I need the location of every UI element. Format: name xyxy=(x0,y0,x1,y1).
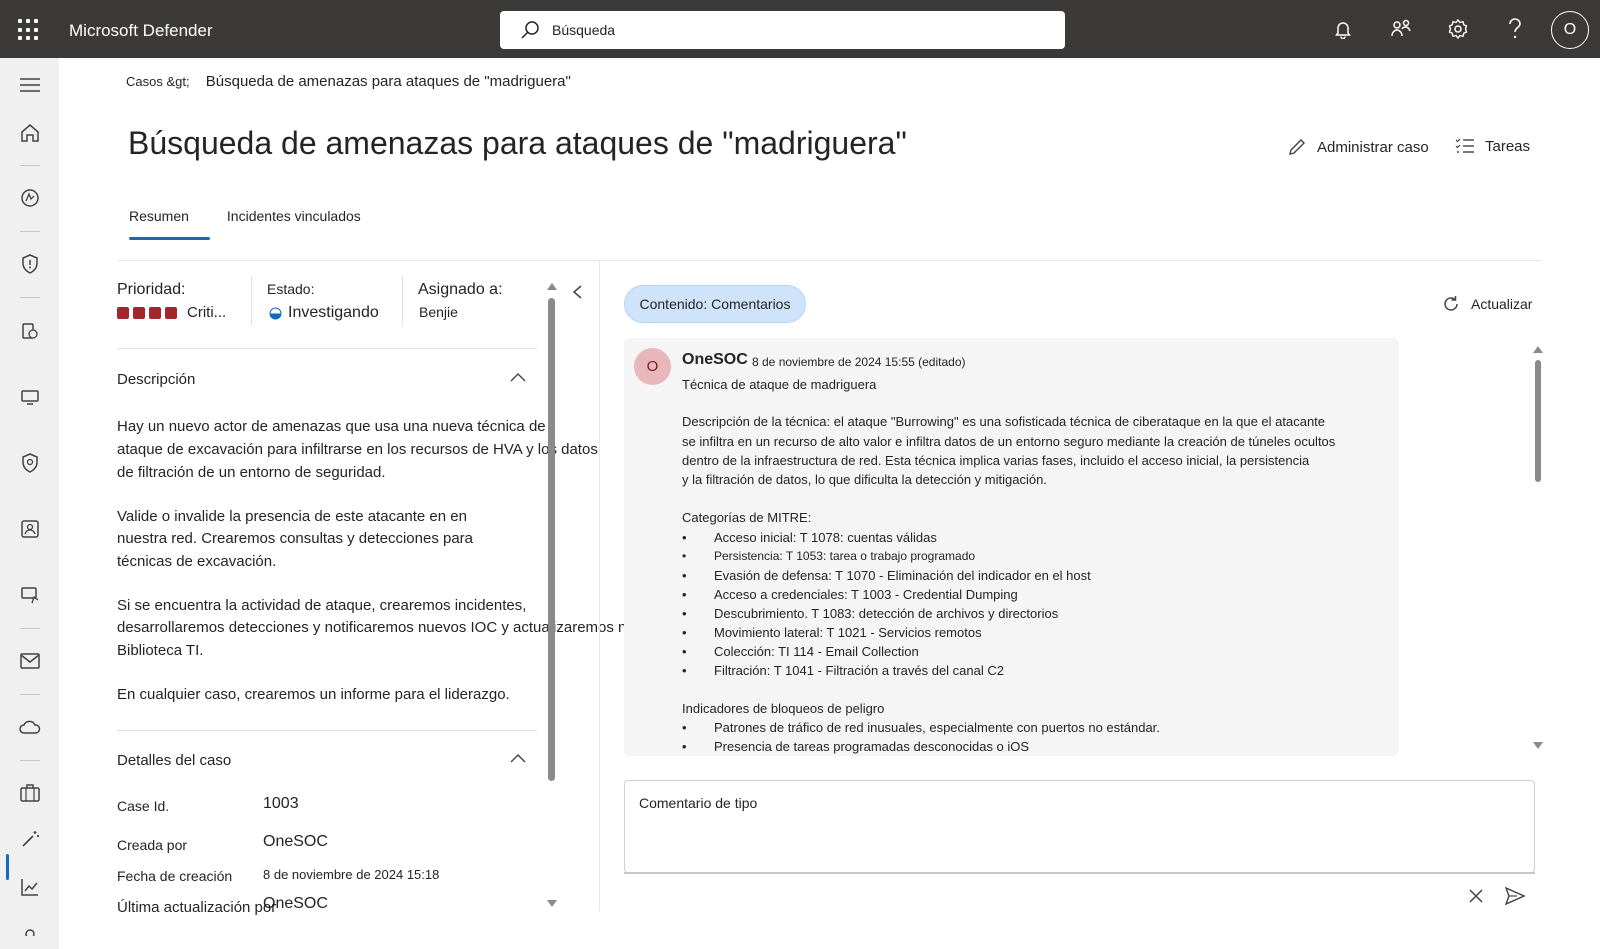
user-avatar[interactable]: O xyxy=(1551,11,1589,49)
comments-scrollbar[interactable] xyxy=(1535,360,1541,482)
assigned-value[interactable]: Benjie xyxy=(419,304,458,320)
chevron-up-icon[interactable] xyxy=(510,753,526,763)
comment-avatar: O xyxy=(634,348,671,385)
status-half-circle-icon xyxy=(269,307,282,319)
send-icon[interactable] xyxy=(1504,885,1526,907)
case-details-heading[interactable]: Detalles del caso xyxy=(117,752,231,769)
comment-input[interactable]: Comentario de tipo xyxy=(624,780,1535,873)
task-list-icon xyxy=(1455,138,1474,153)
status-value: Investigando xyxy=(269,304,379,322)
tab-bar: Resumen Incidentes vinculados xyxy=(129,208,361,224)
description-heading[interactable]: Descripción xyxy=(117,371,195,388)
list-item: • Patrones de tráfico de red inusuales, e… xyxy=(682,720,1160,735)
list-item: • Movimiento lateral: T 1021 - Servicios … xyxy=(682,625,982,640)
comment-paragraph-line: Descripción de la técnica: el ataque "Bu… xyxy=(682,414,1326,429)
reports-chart-icon[interactable] xyxy=(19,876,41,898)
app-title[interactable]: Microsoft Defender xyxy=(69,21,213,41)
breadcrumb: Casos &gt; Búsqueda de amenazas para ata… xyxy=(126,73,571,90)
search-icon xyxy=(521,21,539,39)
scroll-up-arrow[interactable] xyxy=(547,283,557,290)
list-item: • Colección: TI 114 - Email Collection xyxy=(682,644,919,659)
mail-icon[interactable] xyxy=(19,650,41,672)
top-bar: Microsoft Defender O xyxy=(0,0,1600,58)
active-tab-indicator xyxy=(129,237,210,240)
list-item: • Presencia de tareas programadas descono… xyxy=(682,739,1030,754)
cloud-icon[interactable] xyxy=(19,716,41,738)
app-launcher-icon[interactable] xyxy=(18,19,40,41)
search-box[interactable] xyxy=(500,11,1065,49)
comment-paragraph-line: dentro de la infraestructura de red. Est… xyxy=(682,453,1310,468)
list-item: • Acceso a credenciales: T 1003 - Credent… xyxy=(682,587,1018,602)
scroll-down-arrow[interactable] xyxy=(547,900,557,907)
comment-subject: Técnica de ataque de madriguera xyxy=(682,377,877,392)
endpoint-security-icon[interactable] xyxy=(19,452,41,474)
list-item: • Acceso inicial: T 1078: cuentas válidas xyxy=(682,530,937,545)
chevron-up-icon[interactable] xyxy=(510,372,526,382)
case-id-value: 1003 xyxy=(263,795,299,812)
cases-icon[interactable] xyxy=(19,782,41,804)
tab-resumen[interactable]: Resumen xyxy=(129,208,189,224)
comment-paragraph-line: y la filtración de datos, lo que dificul… xyxy=(682,472,1047,487)
home-icon[interactable] xyxy=(19,122,41,144)
gear-icon[interactable] xyxy=(1446,17,1470,41)
assets-icon[interactable] xyxy=(19,320,41,342)
tab-incidentes-vinculados[interactable]: Incidentes vinculados xyxy=(227,208,361,224)
priority-bars xyxy=(117,306,181,319)
hamburger-menu-icon[interactable] xyxy=(19,74,41,96)
collapse-panel-icon[interactable] xyxy=(571,284,585,300)
exposure-icon[interactable] xyxy=(19,187,41,209)
list-item: • Descubrimiento. T 1083: detección de ar… xyxy=(682,606,1059,621)
left-navigation-rail xyxy=(0,58,59,949)
created-by-value: OneSOC xyxy=(263,833,328,850)
priority-label: Prioridad: xyxy=(117,281,186,298)
last-updated-value: OneSOC xyxy=(263,895,328,912)
comments-scroll-up-arrow[interactable] xyxy=(1533,346,1543,353)
creation-date-value: 8 de noviembre de 2024 15:18 xyxy=(263,867,440,882)
breadcrumb-current: Búsqueda de amenazas para ataques de "ma… xyxy=(205,73,571,90)
manage-case-label: Administrar caso xyxy=(1317,138,1429,156)
help-icon[interactable] xyxy=(1503,17,1527,41)
manage-case-button[interactable]: Administrar caso xyxy=(1287,137,1429,157)
creation-date-label: Fecha de creación xyxy=(117,868,233,884)
refresh-label: Actualizar xyxy=(1471,296,1533,312)
comments-scroll-down-arrow[interactable] xyxy=(1533,742,1543,749)
comment-author: OneSOC xyxy=(682,351,748,368)
shield-icon[interactable] xyxy=(19,253,41,275)
comment-date: 8 de noviembre de 2024 15:55 (editado) xyxy=(752,355,966,369)
indicators-heading: Indicadores de bloqueos de peligro xyxy=(682,701,885,716)
comment-card: O OneSOC 8 de noviembre de 2024 15:55 (e… xyxy=(624,338,1399,756)
cloud-apps-icon[interactable] xyxy=(19,584,41,606)
created-by-label: Creada por xyxy=(117,837,188,853)
mitre-heading: Categorías de MITRE: xyxy=(682,510,812,525)
close-icon[interactable] xyxy=(1465,885,1487,907)
hunting-wand-icon[interactable] xyxy=(19,828,41,850)
assigned-label: Asignado a: xyxy=(418,281,503,298)
comment-paragraph-line: se infiltra en un recurso de alto valor … xyxy=(682,434,1336,449)
pencil-icon xyxy=(1289,139,1305,155)
page-title: Búsqueda de amenazas para ataques de "ma… xyxy=(128,125,907,161)
devices-icon[interactable] xyxy=(19,386,41,408)
case-id-label: Case Id. xyxy=(117,798,170,814)
last-updated-label: Última actualización por xyxy=(117,899,277,916)
refresh-icon xyxy=(1444,296,1458,311)
left-panel-scrollbar[interactable] xyxy=(548,298,555,781)
tasks-button[interactable]: Tareas xyxy=(1455,137,1530,155)
identity-icon[interactable] xyxy=(19,518,41,540)
content-filter-pill[interactable]: Contenido: Comentarios xyxy=(624,285,806,323)
list-item: • Evasión de defensa: T 1070 - Eliminació… xyxy=(682,568,1091,583)
refresh-button[interactable]: Actualizar xyxy=(1441,294,1532,314)
priority-value: Criti... xyxy=(117,304,226,321)
breadcrumb-cases-link[interactable]: Casos &gt; xyxy=(126,74,190,89)
share-icon[interactable] xyxy=(1389,17,1413,41)
status-label: Estado: xyxy=(267,281,315,297)
bell-icon[interactable] xyxy=(1331,17,1355,41)
tasks-label: Tareas xyxy=(1485,137,1531,155)
search-input[interactable] xyxy=(552,22,1032,38)
list-item: • Persistencia: T 1053: tarea o trabajo p… xyxy=(682,549,976,563)
more-icon[interactable] xyxy=(19,920,41,942)
list-item: • Filtración: T 1041 - Filtración a travé… xyxy=(682,663,1004,678)
